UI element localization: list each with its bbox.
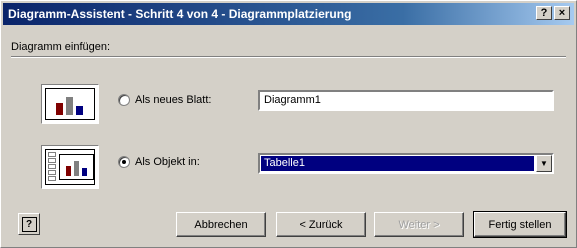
object-sheet-select[interactable]: Tabelle1 ▼ xyxy=(258,153,554,174)
new-sheet-option[interactable]: Als neues Blatt: xyxy=(118,94,211,106)
object-in-option[interactable]: Als Objekt in: xyxy=(118,156,200,168)
chart-sheet-icon xyxy=(41,84,99,124)
object-sheet-value: Tabelle1 xyxy=(261,156,534,171)
new-sheet-name-input[interactable]: Diagramm1 xyxy=(258,90,554,111)
cancel-button[interactable]: Abbrechen xyxy=(176,212,266,237)
back-button[interactable]: < Zurück xyxy=(276,212,366,237)
close-icon: × xyxy=(558,7,566,19)
title-close-button[interactable]: × xyxy=(554,6,570,20)
embedded-chart-icon xyxy=(41,145,99,189)
dropdown-arrow-button[interactable]: ▼ xyxy=(536,155,552,172)
object-in-radio[interactable] xyxy=(118,156,130,168)
group-divider xyxy=(11,56,566,58)
finish-button[interactable]: Fertig stellen xyxy=(473,211,567,238)
chart-wizard-dialog: Diagramm-Assistent - Schritt 4 von 4 - D… xyxy=(0,0,577,248)
new-sheet-label: Als neues Blatt: xyxy=(135,94,212,106)
title-help-button[interactable]: ? xyxy=(536,6,552,20)
next-button[interactable]: Weiter > xyxy=(374,212,464,237)
title-bar[interactable]: Diagramm-Assistent - Schritt 4 von 4 - D… xyxy=(3,3,574,25)
question-icon: ? xyxy=(540,7,548,19)
help-button[interactable]: ? xyxy=(18,213,40,235)
new-sheet-radio[interactable] xyxy=(118,94,130,106)
object-in-label: Als Objekt in: xyxy=(135,156,200,168)
chevron-down-icon: ▼ xyxy=(540,159,548,168)
help-icon: ? xyxy=(21,216,37,232)
group-label: Diagramm einfügen: xyxy=(11,41,111,53)
window-title: Diagramm-Assistent - Schritt 4 von 4 - D… xyxy=(8,7,352,21)
